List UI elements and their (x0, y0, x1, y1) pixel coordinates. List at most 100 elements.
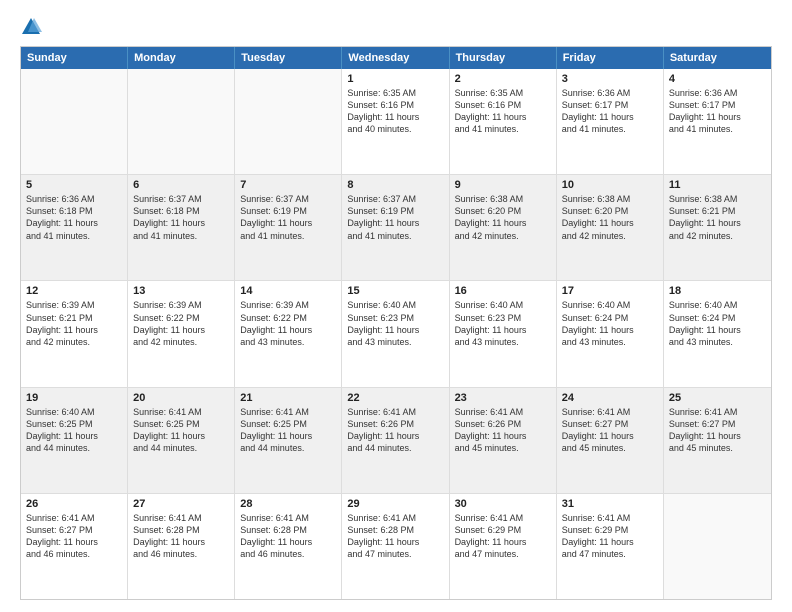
day-number: 13 (133, 285, 229, 297)
header-day-saturday: Saturday (664, 47, 771, 69)
cal-cell: 29 Sunrise: 6:41 AMSunset: 6:28 PMDayligh… (342, 494, 449, 599)
cell-info: Sunrise: 6:36 AMSunset: 6:18 PMDaylight:… (26, 193, 122, 242)
cell-info: Sunrise: 6:39 AMSunset: 6:22 PMDaylight:… (240, 299, 336, 348)
cal-cell: 21 Sunrise: 6:41 AMSunset: 6:25 PMDayligh… (235, 388, 342, 493)
day-number: 18 (669, 285, 766, 297)
cal-cell: 28Sunrise: 6:41 AMSunset: 6:28 PMDayligh… (235, 494, 342, 599)
header-day-monday: Monday (128, 47, 235, 69)
cell-info: Sunrise: 6:41 AMSunset: 6:25 PMDaylight:… (240, 406, 336, 455)
calendar-header: SundayMondayTuesdayWednesdayThursdayFrid… (21, 47, 771, 69)
cal-cell: 6 Sunrise: 6:37 AMSunset: 6:18 PMDaylight… (128, 175, 235, 280)
cell-info: Sunrise: 6:41 AMSunset: 6:28 PMDaylight:… (133, 512, 229, 561)
cell-info: Sunrise: 6:41 AMSunset: 6:26 PMDaylight:… (455, 406, 551, 455)
cell-info: Sunrise: 6:41 AMSunset: 6:26 PMDaylight:… (347, 406, 443, 455)
day-number: 3 (562, 73, 658, 85)
day-number: 25 (669, 392, 766, 404)
cell-info: Sunrise: 6:35 AMSunset: 6:16 PMDaylight:… (455, 87, 551, 136)
cell-info: Sunrise: 6:37 AMSunset: 6:18 PMDaylight:… (133, 193, 229, 242)
cal-cell: 17 Sunrise: 6:40 AMSunset: 6:24 PMDayligh… (557, 281, 664, 386)
cell-info: Sunrise: 6:41 AMSunset: 6:29 PMDaylight:… (455, 512, 551, 561)
cal-cell (21, 69, 128, 174)
day-number: 15 (347, 285, 443, 297)
day-number: 21 (240, 392, 336, 404)
day-number: 6 (133, 179, 229, 191)
day-number: 17 (562, 285, 658, 297)
header-day-thursday: Thursday (450, 47, 557, 69)
cal-cell (235, 69, 342, 174)
cell-info: Sunrise: 6:41 AMSunset: 6:25 PMDaylight:… (133, 406, 229, 455)
cell-info: Sunrise: 6:36 AMSunset: 6:17 PMDaylight:… (562, 87, 658, 136)
cal-cell: 16Sunrise: 6:40 AMSunset: 6:23 PMDayligh… (450, 281, 557, 386)
day-number: 12 (26, 285, 122, 297)
cell-info: Sunrise: 6:41 AMSunset: 6:27 PMDaylight:… (26, 512, 122, 561)
cal-cell: 18 Sunrise: 6:40 AMSunset: 6:24 PMDayligh… (664, 281, 771, 386)
day-number: 8 (347, 179, 443, 191)
cell-info: Sunrise: 6:41 AMSunset: 6:27 PMDaylight:… (669, 406, 766, 455)
cal-cell: 15 Sunrise: 6:40 AMSunset: 6:23 PMDayligh… (342, 281, 449, 386)
day-number: 29 (347, 498, 443, 510)
cal-cell: 1Sunrise: 6:35 AMSunset: 6:16 PMDaylight… (342, 69, 449, 174)
cal-cell: 14 Sunrise: 6:39 AMSunset: 6:22 PMDayligh… (235, 281, 342, 386)
day-number: 19 (26, 392, 122, 404)
cal-cell: 4Sunrise: 6:36 AMSunset: 6:17 PMDaylight… (664, 69, 771, 174)
calendar-row-3: 19 Sunrise: 6:40 AMSunset: 6:25 PMDayligh… (21, 387, 771, 493)
cal-cell: 13Sunrise: 6:39 AMSunset: 6:22 PMDayligh… (128, 281, 235, 386)
cal-cell: 26 Sunrise: 6:41 AMSunset: 6:27 PMDayligh… (21, 494, 128, 599)
cell-info: Sunrise: 6:39 AMSunset: 6:21 PMDaylight:… (26, 299, 122, 348)
header (20, 16, 772, 38)
calendar-body: 1Sunrise: 6:35 AMSunset: 6:16 PMDaylight… (21, 69, 771, 599)
day-number: 2 (455, 73, 551, 85)
day-number: 22 (347, 392, 443, 404)
day-number: 26 (26, 498, 122, 510)
cell-info: Sunrise: 6:35 AMSunset: 6:16 PMDaylight:… (347, 87, 443, 136)
cell-info: Sunrise: 6:41 AMSunset: 6:28 PMDaylight:… (240, 512, 336, 561)
cal-cell: 3 Sunrise: 6:36 AMSunset: 6:17 PMDaylight… (557, 69, 664, 174)
cell-info: Sunrise: 6:36 AMSunset: 6:17 PMDaylight:… (669, 87, 766, 136)
cal-cell (664, 494, 771, 599)
day-number: 11 (669, 179, 766, 191)
calendar: SundayMondayTuesdayWednesdayThursdayFrid… (20, 46, 772, 600)
cal-cell: 7 Sunrise: 6:37 AMSunset: 6:19 PMDaylight… (235, 175, 342, 280)
day-number: 23 (455, 392, 551, 404)
day-number: 16 (455, 285, 551, 297)
cal-cell: 11Sunrise: 6:38 AMSunset: 6:21 PMDayligh… (664, 175, 771, 280)
cell-info: Sunrise: 6:40 AMSunset: 6:25 PMDaylight:… (26, 406, 122, 455)
cell-info: Sunrise: 6:40 AMSunset: 6:24 PMDaylight:… (669, 299, 766, 348)
day-number: 9 (455, 179, 551, 191)
day-number: 20 (133, 392, 229, 404)
header-day-tuesday: Tuesday (235, 47, 342, 69)
cell-info: Sunrise: 6:38 AMSunset: 6:20 PMDaylight:… (562, 193, 658, 242)
day-number: 24 (562, 392, 658, 404)
cell-info: Sunrise: 6:41 AMSunset: 6:29 PMDaylight:… (562, 512, 658, 561)
cal-cell: 10 Sunrise: 6:38 AMSunset: 6:20 PMDayligh… (557, 175, 664, 280)
cal-cell: 31 Sunrise: 6:41 AMSunset: 6:29 PMDayligh… (557, 494, 664, 599)
day-number: 27 (133, 498, 229, 510)
calendar-row-0: 1Sunrise: 6:35 AMSunset: 6:16 PMDaylight… (21, 69, 771, 174)
cell-info: Sunrise: 6:37 AMSunset: 6:19 PMDaylight:… (240, 193, 336, 242)
day-number: 14 (240, 285, 336, 297)
cal-cell: 20 Sunrise: 6:41 AMSunset: 6:25 PMDayligh… (128, 388, 235, 493)
calendar-row-2: 12 Sunrise: 6:39 AMSunset: 6:21 PMDayligh… (21, 280, 771, 386)
cell-info: Sunrise: 6:41 AMSunset: 6:27 PMDaylight:… (562, 406, 658, 455)
header-day-friday: Friday (557, 47, 664, 69)
day-number: 7 (240, 179, 336, 191)
day-number: 31 (562, 498, 658, 510)
header-day-sunday: Sunday (21, 47, 128, 69)
logo (20, 16, 44, 38)
cell-info: Sunrise: 6:40 AMSunset: 6:24 PMDaylight:… (562, 299, 658, 348)
cal-cell: 12 Sunrise: 6:39 AMSunset: 6:21 PMDayligh… (21, 281, 128, 386)
calendar-row-4: 26 Sunrise: 6:41 AMSunset: 6:27 PMDayligh… (21, 493, 771, 599)
cell-info: Sunrise: 6:40 AMSunset: 6:23 PMDaylight:… (347, 299, 443, 348)
cal-cell: 25 Sunrise: 6:41 AMSunset: 6:27 PMDayligh… (664, 388, 771, 493)
header-day-wednesday: Wednesday (342, 47, 449, 69)
day-number: 30 (455, 498, 551, 510)
cal-cell: 22 Sunrise: 6:41 AMSunset: 6:26 PMDayligh… (342, 388, 449, 493)
day-number: 10 (562, 179, 658, 191)
cal-cell: 30 Sunrise: 6:41 AMSunset: 6:29 PMDayligh… (450, 494, 557, 599)
cal-cell (128, 69, 235, 174)
cal-cell: 19 Sunrise: 6:40 AMSunset: 6:25 PMDayligh… (21, 388, 128, 493)
cell-info: Sunrise: 6:41 AMSunset: 6:28 PMDaylight:… (347, 512, 443, 561)
cal-cell: 5Sunrise: 6:36 AMSunset: 6:18 PMDaylight… (21, 175, 128, 280)
logo-icon (20, 16, 42, 38)
cal-cell: 9Sunrise: 6:38 AMSunset: 6:20 PMDaylight… (450, 175, 557, 280)
